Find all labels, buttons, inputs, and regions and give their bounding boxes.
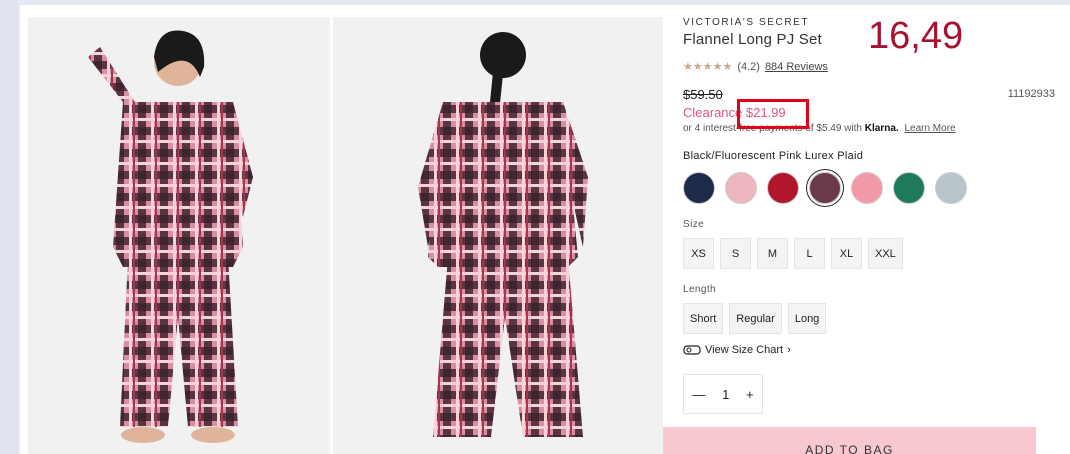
view-size-chart-link[interactable]: View Size Chart ›	[683, 344, 1063, 356]
model-back-illustration	[418, 32, 588, 437]
product-sku: 11192933	[1007, 88, 1055, 100]
swatch-red-plaid[interactable]	[767, 172, 799, 204]
reviews-link[interactable]: 884 Reviews	[765, 61, 828, 73]
klarna-logo: Klarna.	[864, 123, 899, 134]
length-label: Length	[683, 284, 716, 295]
size-option-s[interactable]: S	[720, 238, 751, 269]
length-options: Short Regular Long	[683, 303, 1063, 334]
star-rating-icon: ★★★★★	[683, 61, 733, 73]
size-option-xs[interactable]: XS	[683, 238, 714, 269]
swatch-pink-white-plaid[interactable]	[851, 172, 883, 204]
length-option-long[interactable]: Long	[787, 303, 827, 334]
swatch-black-pink-plaid[interactable]	[809, 172, 841, 204]
swatch-navy-dots[interactable]	[683, 172, 715, 204]
quantity-value[interactable]: 1	[722, 387, 729, 402]
selected-color-name: Black/Fluorescent Pink Lurex Plaid	[683, 150, 864, 162]
chevron-right-icon: ›	[787, 344, 791, 356]
length-option-regular[interactable]: Regular	[729, 303, 782, 334]
tape-measure-icon	[683, 345, 701, 355]
size-options: XS S M L XL XXL	[683, 238, 1063, 269]
product-page: VICTORIA'S SECRET Flannel Long PJ Set ★★…	[20, 0, 1070, 454]
size-option-m[interactable]: M	[757, 238, 788, 269]
left-strip	[0, 0, 18, 454]
product-image-back[interactable]	[333, 17, 663, 454]
learn-more-link[interactable]: Learn More	[904, 123, 955, 134]
swatch-pink-stripe[interactable]	[725, 172, 757, 204]
size-option-xxl[interactable]: XXL	[868, 238, 903, 269]
add-to-bag-button[interactable]: ADD TO BAG	[663, 427, 1036, 454]
annotation-value: 16,49	[868, 15, 964, 57]
swatch-grey-plaid[interactable]	[935, 172, 967, 204]
length-option-short[interactable]: Short	[683, 303, 724, 334]
product-info: VICTORIA'S SECRET Flannel Long PJ Set ★★…	[683, 17, 1063, 414]
price-block: $59.50 11192933 Clearance $21.99 or 4 in…	[683, 87, 1063, 139]
increase-quantity-button[interactable]: +	[746, 387, 754, 402]
rating-value: (4.2)	[737, 60, 760, 73]
size-chart-label: View Size Chart	[705, 344, 784, 356]
model-front-illustration	[88, 30, 253, 443]
quantity-stepper: — 1 +	[683, 374, 763, 414]
rating-row: ★★★★★ (4.2) 884 Reviews	[683, 60, 1063, 74]
product-image-front[interactable]	[28, 17, 330, 454]
color-swatches	[683, 172, 1063, 204]
size-label: Size	[683, 219, 705, 230]
decrease-quantity-button[interactable]: —	[692, 387, 705, 402]
size-option-xl[interactable]: XL	[831, 238, 862, 269]
swatch-green-plaid[interactable]	[893, 172, 925, 204]
price-highlight-box	[737, 99, 809, 129]
size-option-l[interactable]: L	[794, 238, 825, 269]
